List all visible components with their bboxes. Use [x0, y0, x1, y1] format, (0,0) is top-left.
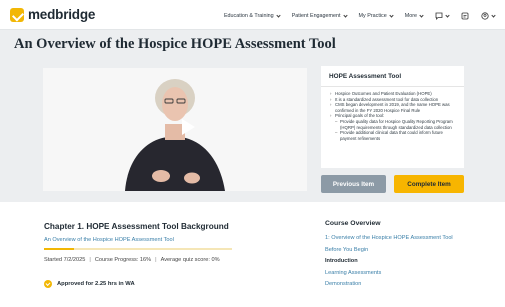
overview-item[interactable]: Learning Assessments: [325, 268, 453, 280]
panel-bullet: CMS began development in 2019, and the n…: [330, 102, 458, 113]
approval-note: Approved for 2.25 hrs in WA: [44, 280, 135, 288]
main-nav: Education & Training Patient Engagement …: [212, 12, 496, 20]
course-overview: Course Overview 1: Overview of the Hospi…: [325, 220, 453, 291]
chat-icon[interactable]: [435, 12, 450, 20]
course-progress-bar: [44, 248, 232, 250]
page-title: An Overview of the Hospice HOPE Assessme…: [14, 36, 336, 52]
chapter-course-link[interactable]: An Overview of the Hospice HOPE Assessme…: [44, 237, 174, 243]
nav-my-practice[interactable]: My Practice: [359, 12, 394, 19]
course-progress-text: Course Progress: 16%: [94, 257, 152, 263]
play-icon[interactable]: [173, 117, 201, 137]
panel-sub-bullet: Provide quality data for Hospice Quality…: [330, 119, 458, 130]
panel-title: HOPE Assessment Tool: [321, 66, 464, 87]
overview-item[interactable]: Demonstration: [325, 279, 453, 291]
chevron-down-icon: [445, 12, 450, 18]
overview-item-current[interactable]: Introduction: [325, 256, 453, 268]
logo-text: medbridge: [28, 7, 96, 22]
previous-item-button[interactable]: Previous Item: [321, 175, 386, 193]
course-stats: Started 7/2/2025 | Course Progress: 16% …: [44, 257, 220, 263]
chevron-down-icon: [389, 12, 394, 18]
chapter-title: Chapter 1. HOPE Assessment Tool Backgrou…: [44, 222, 229, 231]
medbridge-logo[interactable]: medbridge: [10, 7, 95, 22]
approval-text: Approved for 2.25 hrs in WA: [57, 281, 135, 287]
logo-check-icon: [10, 7, 24, 22]
slide-panel: HOPE Assessment Tool Hospice Outcomes an…: [321, 66, 464, 168]
top-navigation: medbridge Education & Training Patient E…: [0, 0, 505, 30]
chevron-down-icon: [419, 12, 424, 18]
complete-item-button[interactable]: Complete Item: [394, 175, 464, 193]
chevron-down-icon: [276, 12, 281, 18]
stats-divider: |: [89, 257, 91, 263]
quiz-score: Average quiz score: 0%: [160, 257, 220, 263]
inbox-icon[interactable]: [461, 12, 469, 20]
chevron-down-icon: [342, 12, 348, 18]
overview-item[interactable]: Before You Begin: [325, 245, 453, 257]
nav-education-training[interactable]: Education & Training: [224, 12, 281, 19]
account-icon[interactable]: [481, 12, 496, 20]
check-circle-icon: [44, 280, 52, 288]
nav-patient-engagement[interactable]: Patient Engagement: [292, 12, 348, 19]
started-date: Started 7/2/2025: [44, 257, 86, 263]
overview-item[interactable]: 1: Overview of the Hospice HOPE Assessme…: [325, 233, 453, 245]
chevron-down-icon: [491, 12, 496, 18]
course-overview-title: Course Overview: [325, 220, 381, 227]
stats-divider: |: [155, 257, 157, 263]
course-progress-fill: [44, 248, 75, 250]
panel-sub-bullet: Provide additional clinical data that co…: [330, 130, 458, 141]
panel-bullets: Hospice Outcomes and Patient Evaluation …: [321, 87, 464, 141]
nav-more[interactable]: More: [405, 12, 424, 19]
